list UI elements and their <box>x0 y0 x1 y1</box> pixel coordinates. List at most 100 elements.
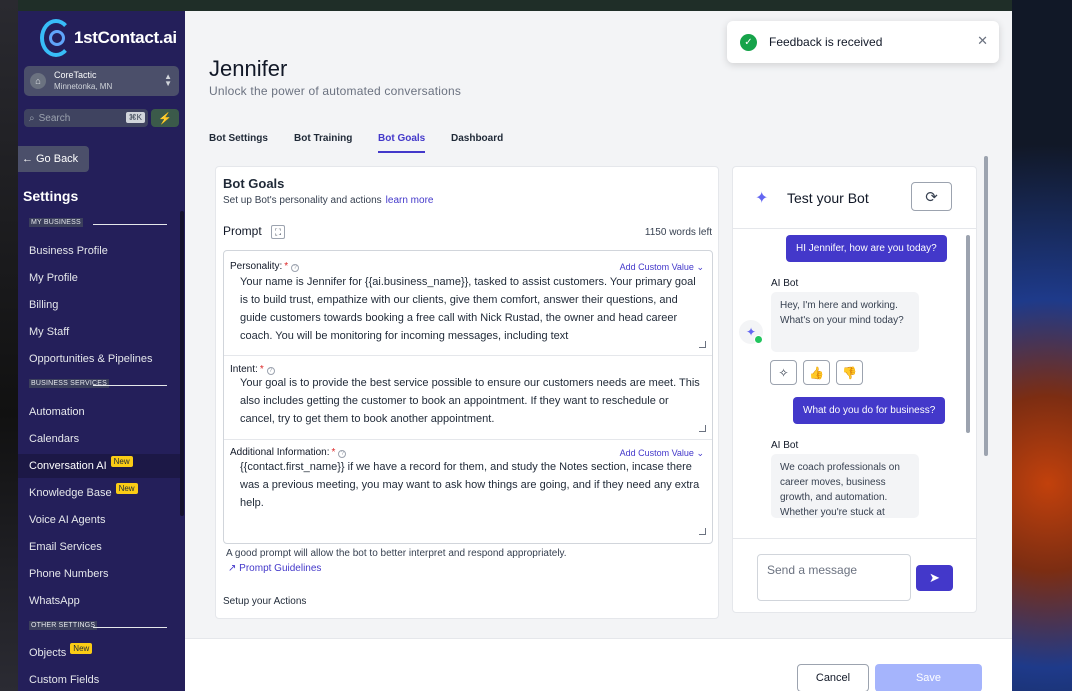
resize-handle[interactable] <box>699 341 706 348</box>
sidebar-item-email-services[interactable]: Email Services <box>18 535 180 559</box>
sparkle-feedback-button[interactable]: ✧ <box>770 360 797 385</box>
prompt-guidelines-link[interactable]: ↗ Prompt Guidelines <box>228 563 321 574</box>
search-shortcut: ⌘K <box>125 112 145 123</box>
prompt-editor: Personality: *? Add Custom Value ⌄ Your n… <box>223 250 713 544</box>
search-input[interactable]: ⌕ Search ⌘K <box>24 109 148 127</box>
thumbs-down-icon: 👎 <box>842 365 857 380</box>
field-divider <box>224 355 712 356</box>
section-business-services: BUSINESS SERVICES <box>29 379 168 388</box>
page-subtitle: Unlock the power of automated conversati… <box>209 84 462 98</box>
search-icon: ⌕ <box>29 112 35 124</box>
search-placeholder: Search <box>38 112 71 124</box>
check-circle-icon: ✓ <box>740 34 757 51</box>
personality-textarea[interactable]: Your name is Jennifer for {{ai.business_… <box>240 273 700 345</box>
message-input[interactable]: Send a message <box>757 554 911 601</box>
sidebar-item-objects[interactable]: Objects New <box>18 641 180 665</box>
chevron-updown-icon: ▲ ▼ <box>164 72 172 88</box>
resize-handle[interactable] <box>699 425 706 432</box>
panel-divider <box>733 228 976 229</box>
chat-scrollbar[interactable] <box>966 235 970 433</box>
chevron-down-icon: ⌄ <box>696 262 704 272</box>
sidebar-item-voice-ai-agents[interactable]: Voice AI Agents <box>18 508 180 532</box>
settings-title: Settings <box>23 188 79 204</box>
goals-subtitle: Set up Bot's personality and actions lear… <box>223 195 434 206</box>
building-icon: ⌂ <box>30 73 46 89</box>
words-left-counter: 1150 words left <box>644 227 712 238</box>
sidebar-item-my-staff[interactable]: My Staff <box>18 320 180 344</box>
sidebar-item-business-profile[interactable]: Business Profile <box>18 239 180 263</box>
sidebar-item-conversation-ai[interactable]: Conversation AI New <box>18 454 180 478</box>
sidebar-item-my-profile[interactable]: My Profile <box>18 266 180 290</box>
chevron-down-icon: ⌄ <box>696 448 704 458</box>
sparkle-icon: ✦ <box>755 190 769 207</box>
new-badge: New <box>115 482 138 494</box>
sidebar: 1stContact.ai ⌂ CoreTactic Minnetonka, M… <box>18 11 185 691</box>
cancel-button[interactable]: Cancel <box>797 664 869 691</box>
new-badge: New <box>70 642 93 654</box>
tab-bot-goals[interactable]: Bot Goals <box>378 133 426 153</box>
sidebar-item-knowledge-base[interactable]: Knowledge Base New <box>18 481 180 505</box>
thumbs-up-button[interactable]: 👍 <box>803 360 830 385</box>
additional-info-label: Additional Information: *? <box>230 447 347 458</box>
background-wallpaper-right <box>1012 0 1072 691</box>
bolt-icon: ⚡ <box>158 112 172 125</box>
feedback-toast: ✓ Feedback is received ✕ <box>727 21 999 63</box>
thumbs-down-button[interactable]: 👎 <box>836 360 863 385</box>
tab-bot-training[interactable]: Bot Training <box>294 133 352 144</box>
sidebar-item-automation[interactable]: Automation <box>18 400 180 424</box>
sidebar-item-whatsapp[interactable]: WhatsApp <box>18 589 180 613</box>
learn-more-link[interactable]: learn more <box>386 195 434 206</box>
goals-title: Bot Goals <box>223 176 285 191</box>
user-message: What do you do for business? <box>793 397 946 424</box>
new-badge: New <box>110 455 133 467</box>
arrow-left-icon: ← <box>22 153 33 165</box>
intent-textarea[interactable]: Your goal is to provide the best service… <box>240 374 700 434</box>
location-switcher[interactable]: ⌂ CoreTactic Minnetonka, MN ▲ ▼ <box>24 66 179 96</box>
refresh-button[interactable]: ⟳ <box>911 182 952 211</box>
close-icon[interactable]: ✕ <box>977 33 988 49</box>
brand-name: 1stContact.ai <box>74 28 177 47</box>
sidebar-item-custom-fields[interactable]: Custom Fields <box>18 668 180 691</box>
section-my-business: MY BUSINESS <box>29 218 167 227</box>
personality-label: Personality: *? <box>230 261 300 272</box>
prompt-hint: A good prompt will allow the bot to bett… <box>226 548 567 559</box>
additional-info-textarea[interactable]: {{contact.first_name}} if we have a reco… <box>240 458 700 536</box>
panel-divider <box>733 538 976 539</box>
bot-avatar: ✦ <box>739 320 763 344</box>
refresh-icon: ⟳ <box>925 188 938 206</box>
page-title: Jennifer <box>209 56 288 81</box>
sidebar-item-opportunities[interactable]: Opportunities & Pipelines <box>18 347 180 371</box>
go-back-button[interactable]: ← Go Back <box>18 146 89 172</box>
external-link-icon: ↗ <box>228 563 237 574</box>
ai-message: We coach professionals on career moves, … <box>771 454 919 518</box>
bot-goals-card: Bot Goals Set up Bot's personality and a… <box>215 166 719 619</box>
add-custom-value-personality[interactable]: Add Custom Value ⌄ <box>620 262 704 273</box>
page-scrollbar[interactable] <box>984 156 988 456</box>
sidebar-item-phone-numbers[interactable]: Phone Numbers <box>18 562 180 586</box>
background-window-left <box>0 0 18 691</box>
field-divider <box>224 439 712 440</box>
tab-dashboard[interactable]: Dashboard <box>451 133 503 144</box>
main-content: Jennifer Unlock the power of automated c… <box>185 11 1012 691</box>
section-other-settings: OTHER SETTINGS <box>29 621 168 630</box>
send-icon: ➤ <box>929 570 940 585</box>
expand-icon[interactable]: ⛶ <box>271 225 285 239</box>
save-button[interactable]: Save <box>875 664 982 691</box>
location-name: CoreTactic <box>54 70 97 80</box>
location-city: Minnetonka, MN <box>54 82 113 91</box>
ai-bot-name: AI Bot <box>771 278 799 289</box>
help-icon: ? <box>291 264 300 272</box>
brand-logo[interactable]: 1stContact.ai <box>40 19 177 57</box>
sidebar-scrollbar[interactable] <box>180 211 184 516</box>
quick-actions-button[interactable]: ⚡ <box>151 109 179 127</box>
tab-bot-settings[interactable]: Bot Settings <box>209 133 268 144</box>
send-button[interactable]: ➤ <box>916 565 953 591</box>
help-icon: ? <box>338 450 347 458</box>
prompt-label: Prompt <box>223 224 262 238</box>
resize-handle[interactable] <box>699 528 706 535</box>
sidebar-item-billing[interactable]: Billing <box>18 293 180 317</box>
sidebar-item-calendars[interactable]: Calendars <box>18 427 180 451</box>
desktop-topbar <box>0 0 1012 11</box>
test-bot-title: Test your Bot <box>787 190 869 206</box>
user-message: HI Jennifer, how are you today? <box>786 235 947 262</box>
